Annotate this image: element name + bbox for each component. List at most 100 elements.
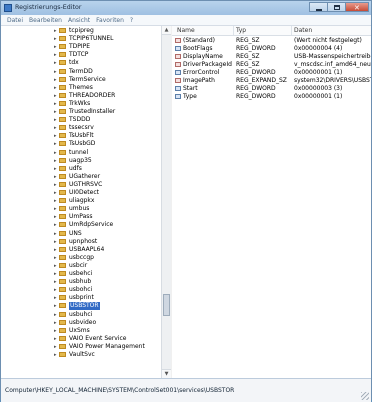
tree-item-label: USBSTOR [69,302,100,311]
tree-item-label: usbehci [69,270,93,277]
expand-arrow-icon[interactable]: ▸ [54,157,58,165]
expand-arrow-icon[interactable]: ▸ [54,140,58,148]
maximize-button[interactable] [327,2,345,12]
expand-arrow-icon[interactable]: ▸ [54,100,58,108]
expand-arrow-icon[interactable]: ▸ [54,302,58,310]
scroll-thumb[interactable] [163,294,170,316]
values-list[interactable]: Name Typ Daten (Standard) REG_SZ (Wert nic… [172,26,371,378]
tree-item-label: TDPIPE [69,43,91,51]
expand-arrow-icon[interactable]: ▸ [54,173,58,181]
expand-arrow-icon[interactable]: ▸ [54,294,58,302]
expand-arrow-icon[interactable]: ▸ [54,213,58,221]
folder-icon [59,295,66,301]
binary-value-icon [175,94,181,99]
registry-value-row[interactable]: BootFlags REG_DWORD 0x00000004 (4) [172,45,371,53]
expand-arrow-icon[interactable]: ▸ [54,311,58,319]
registry-tree[interactable]: ▸ tcpipreg ▸ TCPIP6TUNNEL ▸ TDPIPE ▸ TDTCP ▸ tdx ▸… [1,26,171,378]
column-divider[interactable] [233,26,234,35]
column-data-header[interactable]: Daten [294,27,312,34]
registry-editor-icon [4,4,12,12]
registry-value-row[interactable]: Start REG_DWORD 0x00000003 (3) [172,85,371,93]
menu-file[interactable]: Datei [7,17,23,24]
folder-icon [59,52,66,58]
tree-item-label: tunnel [69,148,89,156]
expand-arrow-icon[interactable]: ▸ [54,92,58,100]
expand-arrow-icon[interactable]: ▸ [54,327,58,335]
expand-arrow-icon[interactable]: ▸ [54,205,58,213]
expand-arrow-icon[interactable]: ▸ [54,335,58,343]
folder-icon [59,246,66,252]
column-name-header[interactable]: Name [177,27,195,34]
expand-arrow-icon[interactable]: ▸ [54,108,58,116]
tree-item-label: usbohci [69,286,93,294]
expand-arrow-icon[interactable]: ▸ [54,286,58,294]
tree-item-label: tdx [69,59,79,67]
expand-arrow-icon[interactable]: ▸ [54,132,58,140]
expand-arrow-icon[interactable]: ▸ [54,43,58,51]
folder-icon [59,68,66,74]
expand-arrow-icon[interactable]: ▸ [54,238,58,246]
expand-arrow-icon[interactable]: ▸ [54,197,58,205]
expand-arrow-icon[interactable]: ▸ [54,124,58,132]
registry-value-row[interactable]: ImagePath REG_EXPAND_SZ system32\DRIVERS\U… [172,77,371,85]
menu-view[interactable]: Ansicht [68,17,90,24]
expand-arrow-icon[interactable]: ▸ [54,189,58,197]
expand-arrow-icon[interactable]: ▸ [54,343,58,351]
expand-arrow-icon[interactable]: ▸ [54,181,58,189]
expand-arrow-icon[interactable]: ▸ [54,230,58,238]
registry-value-row[interactable]: DriverPackageId REG_SZ v_mscdsc.inf_amd64_… [172,61,371,69]
tree-scrollbar[interactable]: ▲ ▼ [161,26,171,378]
expand-arrow-icon[interactable]: ▸ [54,254,58,262]
scroll-up-arrow-icon[interactable]: ▲ [162,26,171,35]
tree-item-label: TrkWks [69,99,91,107]
expand-arrow-icon[interactable]: ▸ [54,76,58,84]
folder-icon [59,109,66,114]
menu-edit[interactable]: Bearbeiten [29,17,62,24]
value-name: DisplayName [183,53,223,60]
expand-arrow-icon[interactable]: ▸ [54,68,58,76]
tree-item-label: udfs [69,164,82,172]
resize-grip-icon[interactable] [361,392,369,400]
column-divider[interactable] [291,26,292,35]
menu-help[interactable]: ? [130,17,133,24]
expand-arrow-icon[interactable]: ▸ [54,149,58,157]
expand-arrow-icon[interactable]: ▸ [54,246,58,254]
column-type-header[interactable]: Typ [236,27,246,34]
expand-arrow-icon[interactable]: ▸ [54,51,58,59]
tree-item-label: usbuhci [69,310,93,318]
expand-arrow-icon[interactable]: ▸ [54,319,58,327]
tree-item-label: VaultSvc [69,351,95,358]
registry-value-row[interactable]: (Standard) REG_SZ (Wert nicht festgelegt) [172,37,371,45]
registry-value-row[interactable]: Type REG_DWORD 0x00000001 (1) [172,93,371,101]
menu-favorites[interactable]: Favoriten [96,17,124,24]
expand-arrow-icon[interactable]: ▸ [54,262,58,270]
registry-value-row[interactable]: ErrorControl REG_DWORD 0x00000001 (1) [172,69,371,77]
tree-item-label: usbccgp [69,253,94,261]
expand-arrow-icon[interactable]: ▸ [54,270,58,278]
title-bar[interactable]: Registrierungs-Editor [1,1,371,16]
expand-arrow-icon[interactable]: ▸ [54,35,58,43]
folder-icon [59,36,66,42]
expand-arrow-icon[interactable]: ▸ [54,221,58,229]
folder-icon [59,214,66,220]
folder-icon [59,84,66,90]
folder-icon [59,60,66,66]
expand-arrow-icon[interactable]: ▸ [54,27,58,35]
expand-arrow-icon[interactable]: ▸ [54,351,58,359]
tree-item-label: VAIO Power Management [69,342,145,350]
close-button[interactable] [345,2,369,13]
expand-arrow-icon[interactable]: ▸ [54,84,58,92]
value-type: REG_DWORD [236,85,276,92]
value-name: BootFlags [183,45,213,52]
minimize-button[interactable] [309,2,327,12]
folder-icon [59,181,66,187]
expand-arrow-icon[interactable]: ▸ [54,278,58,286]
expand-arrow-icon[interactable]: ▸ [54,116,58,124]
scroll-down-arrow-icon[interactable]: ▼ [162,369,171,378]
folder-icon [59,44,66,50]
expand-arrow-icon[interactable]: ▸ [54,165,58,173]
expand-arrow-icon[interactable]: ▸ [54,59,58,67]
tree-item-label: USBAAPL64 [69,245,105,253]
tree-item-label: UNS [69,229,82,237]
registry-value-row[interactable]: DisplayName REG_SZ USB-Massenspeichertreib… [172,53,371,61]
